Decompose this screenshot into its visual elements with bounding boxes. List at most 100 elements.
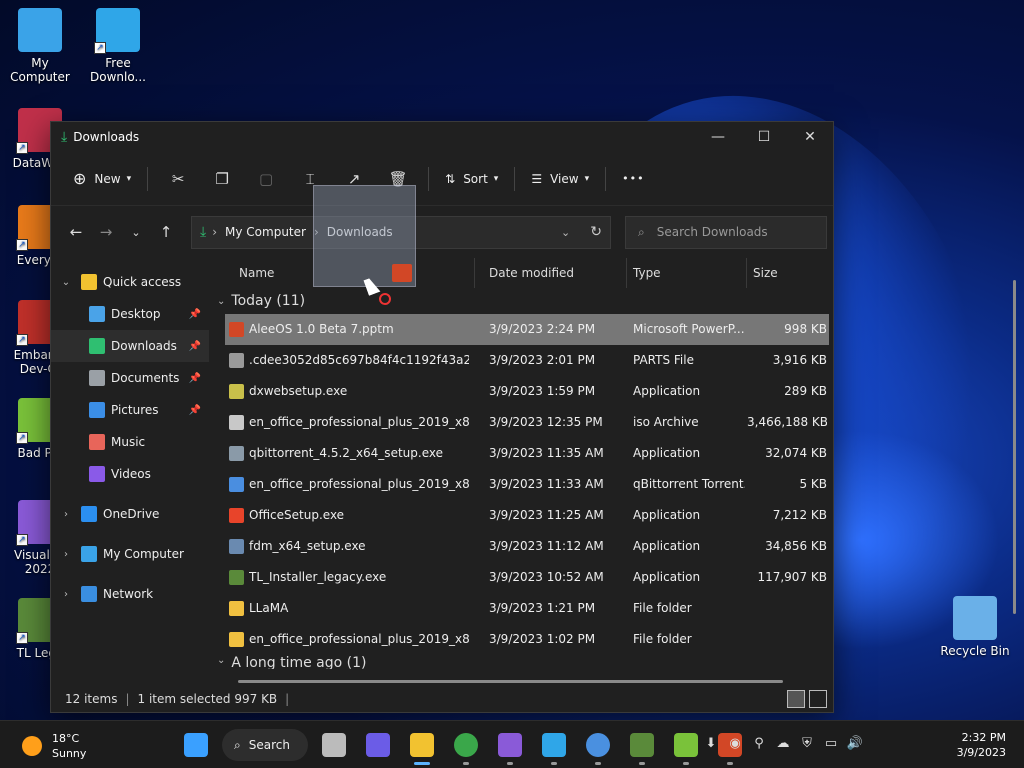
vertical-scrollbar[interactable] <box>1013 280 1016 614</box>
file-row[interactable]: LLaMA 3/9/2023 1:21 PM File folder <box>225 593 829 624</box>
more-options-button[interactable]: ••• <box>614 163 652 195</box>
chevron-down-icon[interactable]: ⌄ <box>59 277 73 288</box>
music-folder-icon <box>89 434 105 450</box>
address-dropdown-icon[interactable]: ⌄ <box>561 226 570 239</box>
chevron-down-icon: ▾ <box>126 173 132 184</box>
taskbar-search-button[interactable]: ⌕ Search <box>222 729 308 761</box>
desktop-icon-label: Free Downlo... <box>90 56 146 84</box>
file-row[interactable]: .cdee3052d85c697b84f4c1192f43a2276c0... 3… <box>225 345 829 376</box>
cut-icon[interactable]: ✂ <box>162 163 194 195</box>
file-row[interactable]: qbittorrent_4.5.2_x64_setup.exe 3/9/2023 … <box>225 438 829 469</box>
office-icon <box>229 508 244 523</box>
nav-item-videos[interactable]: Videos <box>51 458 209 490</box>
details-view-button[interactable] <box>787 690 805 708</box>
new-button[interactable]: ⊕ New ▾ <box>65 163 139 195</box>
nav-item-quick-access[interactable]: ⌄ Quick access <box>51 266 209 298</box>
close-button[interactable]: ✕ <box>787 122 833 152</box>
clock[interactable]: 2:32 PM 3/9/2023 <box>957 730 1006 760</box>
sun-icon <box>22 736 42 756</box>
recent-locations-button[interactable]: ⌄ <box>121 217 151 247</box>
file-type: Application <box>633 384 701 398</box>
qbittorrent-tray-icon[interactable]: ◉ <box>726 735 744 753</box>
chevron-down-icon: ⌄ <box>217 295 226 307</box>
nav-item-label: Quick access <box>103 275 182 289</box>
paste-icon[interactable]: ▢ <box>250 163 282 195</box>
taskbar-file-explorer[interactable] <box>400 727 444 765</box>
navigation-row: ← → ⌄ ↑ ⤓ › My Computer › Downloads ⌄ ↻ … <box>51 206 833 258</box>
nav-item-desktop[interactable]: Desktop 📌 <box>51 298 209 330</box>
shortcut-arrow-icon: ↗ <box>94 42 106 54</box>
taskbar-free-download-manager[interactable] <box>532 727 576 765</box>
desktop-icon[interactable]: Recycle Bin <box>935 596 1015 658</box>
title-bar[interactable]: ⤓ Downloads — ☐ ✕ <box>51 122 833 152</box>
column-header-size[interactable]: Size <box>747 258 819 288</box>
file-row[interactable]: AleeOS 1.0 Beta 7.pptm 3/9/2023 2:24 PM Mi… <box>225 314 829 345</box>
volume-icon[interactable]: 🔊 <box>846 735 864 753</box>
file-size: 7,212 KB <box>772 508 827 522</box>
search-box[interactable]: ⌕ Search Downloads <box>625 215 827 249</box>
file-row[interactable]: dxwebsetup.exe 3/9/2023 1:59 PM Applicatio… <box>225 376 829 407</box>
file-row[interactable]: TL_Installer_legacy.exe 3/9/2023 10:52 AM… <box>225 562 829 593</box>
chevron-right-icon[interactable]: › <box>59 589 73 600</box>
breadcrumb-my-computer[interactable]: My Computer <box>225 225 306 239</box>
file-name: fdm_x64_setup.exe <box>249 539 366 553</box>
taskbar-apps: ⌕ Search <box>174 727 752 765</box>
search-tray-icon[interactable]: ⚲ <box>750 735 768 753</box>
file-row[interactable]: fdm_x64_setup.exe 3/9/2023 11:12 AM Applic… <box>225 531 829 562</box>
column-header-date[interactable]: Date modified <box>483 258 627 288</box>
taskbar-qbittorrent[interactable] <box>576 727 620 765</box>
minecraft-icon <box>630 733 654 757</box>
file-row[interactable]: en_office_professional_plus_2019_x86_x6.… <box>225 407 829 438</box>
view-button[interactable]: ☰ View ▾ <box>523 163 597 195</box>
taskbar-teams-chat[interactable] <box>356 727 400 763</box>
file-date: 3/9/2023 11:35 AM <box>489 446 604 460</box>
column-header-type[interactable]: Type <box>627 258 747 288</box>
group-header-today[interactable]: ⌄ Today (11) <box>209 288 833 314</box>
weather-widget[interactable]: 18°C Sunny <box>22 731 86 761</box>
chevron-right-icon[interactable]: › <box>59 509 73 520</box>
maximize-button[interactable]: ☐ <box>741 122 787 152</box>
nav-item-network[interactable]: › Network <box>51 578 209 610</box>
fdm-tray-icon[interactable]: ⬇ <box>702 735 720 753</box>
documents-folder-icon <box>89 370 105 386</box>
command-bar: ⊕ New ▾ ✂ ❐ ▢ ⌶ ↗ 🗑 ⇅ Sort ▾ ☰ View ▾ ••… <box>51 152 833 206</box>
horizontal-scrollbar[interactable] <box>238 680 783 683</box>
nav-item-downloads[interactable]: Downloads 📌 <box>51 330 209 362</box>
chevron-right-icon[interactable]: › <box>59 549 73 560</box>
view-icon: ☰ <box>531 171 543 186</box>
nav-item-label: Music <box>111 435 146 449</box>
taskbar-chrome[interactable] <box>444 727 488 765</box>
taskbar-task-view-button[interactable] <box>312 727 356 763</box>
back-button[interactable]: ← <box>61 217 91 247</box>
desktop-icon[interactable]: ↗ Free Downlo... <box>78 8 158 84</box>
large-icons-view-button[interactable] <box>809 690 827 708</box>
display-icon[interactable]: ▭ <box>822 735 840 753</box>
nav-item-my-computer[interactable]: › My Computer <box>51 538 209 570</box>
file-row[interactable]: en_office_professional_plus_2019_x86_x6.… <box>225 469 829 500</box>
group-header-old[interactable]: ⌄ A long time ago (1) <box>209 655 833 669</box>
navigation-pane: ⌄ Quick access Desktop 📌 Downloads 📌 Documents… <box>51 258 209 686</box>
security-icon[interactable]: ⛨ <box>798 735 816 753</box>
cloud-icon[interactable]: ☁ <box>774 735 792 753</box>
file-row[interactable]: en_office_professional_plus_2019_x86_x6.… <box>225 624 829 655</box>
taskbar-visual-studio[interactable] <box>488 727 532 765</box>
desktop-icon[interactable]: My Computer <box>0 8 80 84</box>
nav-item-onedrive[interactable]: › OneDrive <box>51 498 209 530</box>
copy-icon[interactable]: ❐ <box>206 163 238 195</box>
nav-item-documents[interactable]: Documents 📌 <box>51 362 209 394</box>
file-size: 998 KB <box>784 322 827 336</box>
up-button[interactable]: ↑ <box>151 217 181 247</box>
minimize-button[interactable]: — <box>695 122 741 152</box>
blank-file-icon <box>229 353 244 368</box>
file-type: File folder <box>633 632 692 646</box>
file-row[interactable]: OfficeSetup.exe 3/9/2023 11:25 AM Applicat… <box>225 500 829 531</box>
taskbar-start-button[interactable] <box>174 727 218 763</box>
refresh-icon[interactable]: ↻ <box>590 224 602 240</box>
nav-item-music[interactable]: Music <box>51 426 209 458</box>
nav-item-pictures[interactable]: Pictures 📌 <box>51 394 209 426</box>
sort-button[interactable]: ⇅ Sort ▾ <box>437 163 506 195</box>
system-tray: ⬇ ◉ ⚲ ☁ ⛨ ▭ 🔊 <box>702 735 864 753</box>
forward-button[interactable]: → <box>91 217 121 247</box>
taskbar-minecraft[interactable] <box>620 727 664 765</box>
file-type: Microsoft PowerP... <box>633 322 745 336</box>
